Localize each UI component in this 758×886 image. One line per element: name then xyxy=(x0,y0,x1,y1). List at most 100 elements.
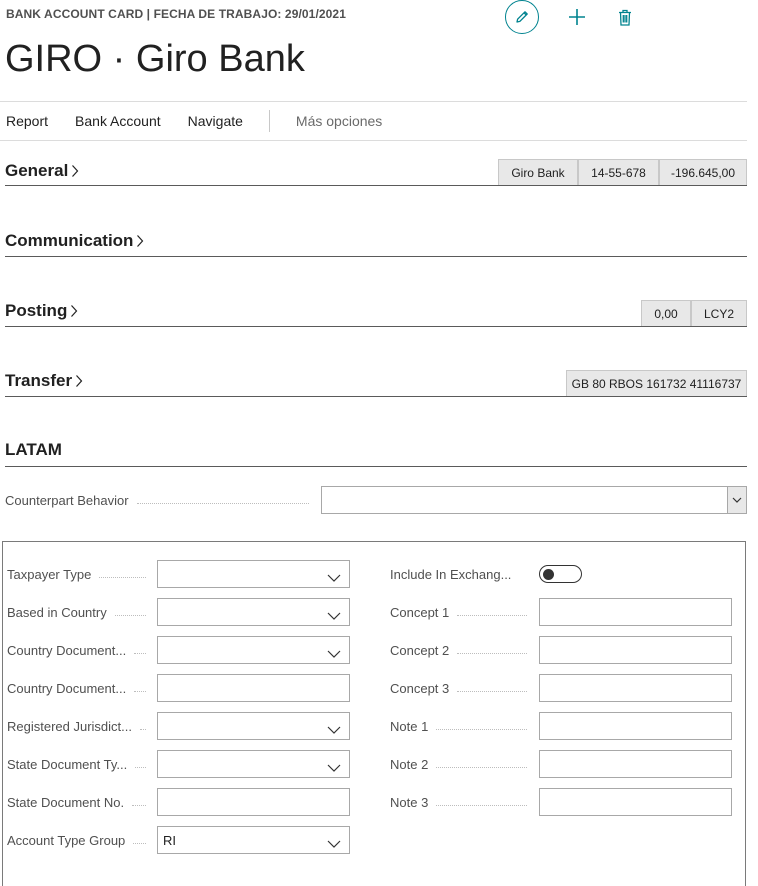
section-communication-header[interactable]: Communication xyxy=(5,231,144,251)
action-menu: Report Bank Account Navigate Más opcione… xyxy=(0,102,747,140)
field-row-right: Concept 3 xyxy=(390,674,531,702)
field-row-right: Include In Exchang... xyxy=(390,560,531,588)
dropdown-caret[interactable] xyxy=(327,760,341,775)
text-field[interactable] xyxy=(539,750,732,778)
select-field[interactable] xyxy=(157,560,350,588)
field-label: Include In Exchang... xyxy=(390,566,512,582)
field-row-right: Concept 2 xyxy=(390,636,531,664)
text-field[interactable] xyxy=(157,788,350,816)
label-dots xyxy=(133,842,146,844)
section-general-header[interactable]: General xyxy=(5,161,79,181)
field-label: Note 3 xyxy=(390,794,429,810)
label-dots xyxy=(134,652,146,654)
chevron-right-icon xyxy=(72,165,79,177)
text-field[interactable] xyxy=(539,712,732,740)
section-posting-header[interactable]: Posting xyxy=(5,301,78,321)
field-row-left: Country Document... xyxy=(7,674,150,702)
include-in-exchange-toggle[interactable] xyxy=(539,565,582,583)
chevron-down-icon xyxy=(327,764,341,772)
chevron-right-icon xyxy=(71,305,78,317)
edit-button[interactable] xyxy=(505,0,539,34)
summary-chip-amount: 0,00 xyxy=(641,300,691,326)
dropdown-button[interactable] xyxy=(727,487,746,513)
label-dots xyxy=(436,766,527,768)
menu-navigate[interactable]: Navigate xyxy=(188,113,243,129)
trash-icon xyxy=(619,9,631,26)
toggle-knob xyxy=(543,568,554,580)
chevron-right-icon xyxy=(76,375,83,387)
dropdown-caret[interactable] xyxy=(327,646,341,661)
text-field[interactable] xyxy=(539,674,732,702)
text-field[interactable] xyxy=(539,788,732,816)
field-label: Note 2 xyxy=(390,756,429,772)
field-row-left: State Document No. xyxy=(7,788,150,816)
label-dots xyxy=(457,652,527,654)
summary-chip-iban: GB 80 RBOS 161732 41116737 xyxy=(566,370,747,396)
section-divider xyxy=(5,326,747,327)
label-dots xyxy=(99,576,146,578)
chevron-down-icon xyxy=(327,612,341,620)
section-latam: LATAM xyxy=(5,438,747,467)
section-posting-summary: 0,00 LCY2 xyxy=(641,300,747,326)
dropdown-caret[interactable] xyxy=(327,570,341,585)
summary-chip-currency: LCY2 xyxy=(691,300,747,326)
section-transfer-header[interactable]: Transfer xyxy=(5,371,83,391)
label-dots xyxy=(135,766,146,768)
dropdown-caret[interactable] xyxy=(327,836,341,851)
pencil-icon xyxy=(516,11,528,23)
field-label: Concept 2 xyxy=(390,642,450,658)
summary-chip-name: Giro Bank xyxy=(498,159,578,185)
chevron-down-icon xyxy=(327,574,341,582)
breadcrumb: BANK ACCOUNT CARD | FECHA DE TRABAJO: 29… xyxy=(6,7,346,21)
field-label: State Document Ty... xyxy=(7,756,128,772)
dropdown-caret[interactable] xyxy=(327,608,341,623)
counterpart-behavior-select[interactable] xyxy=(321,486,747,514)
field-row-left: Account Type Group xyxy=(7,826,150,854)
section-divider xyxy=(5,256,747,257)
section-transfer-summary: GB 80 RBOS 161732 41116737 xyxy=(566,370,747,396)
field-row-left: Taxpayer Type xyxy=(7,560,150,588)
field-label: Account Type Group xyxy=(7,832,126,848)
dropdown-caret[interactable] xyxy=(327,722,341,737)
field-label: Based in Country xyxy=(7,604,107,620)
label-dots xyxy=(140,728,146,730)
chevron-down-icon xyxy=(732,497,742,503)
label-dots xyxy=(132,804,146,806)
select-field[interactable] xyxy=(157,712,350,740)
section-general: General Giro Bank 14-55-678 -196.645,00 xyxy=(5,157,747,186)
field-label: Taxpayer Type xyxy=(7,566,92,582)
field-row-left: Country Document... xyxy=(7,636,150,664)
label-dots xyxy=(436,804,527,806)
field-row-right: Concept 1 xyxy=(390,598,531,626)
text-field[interactable] xyxy=(539,598,732,626)
section-title: General xyxy=(5,161,69,180)
plus-icon xyxy=(569,9,585,25)
page-title: GIRO · Giro Bank xyxy=(5,38,305,80)
menu-report[interactable]: Report xyxy=(6,113,48,129)
select-field[interactable]: RI xyxy=(157,826,350,854)
field-row-left: State Document Ty... xyxy=(7,750,150,778)
select-field[interactable] xyxy=(157,636,350,664)
text-field[interactable] xyxy=(539,636,732,664)
section-divider xyxy=(5,396,747,397)
section-title: Posting xyxy=(5,301,68,320)
field-label: Concept 1 xyxy=(390,604,450,620)
menu-separator xyxy=(268,110,270,132)
section-divider xyxy=(5,185,747,186)
page-actions xyxy=(505,0,633,34)
section-transfer: Transfer GB 80 RBOS 161732 41116737 xyxy=(5,368,747,397)
section-latam-header[interactable]: LATAM xyxy=(5,440,62,460)
select-field[interactable] xyxy=(157,750,350,778)
section-title: Transfer xyxy=(5,371,73,390)
select-field[interactable] xyxy=(157,598,350,626)
field-value: RI xyxy=(163,832,176,848)
menu-bank-account[interactable]: Bank Account xyxy=(75,113,161,129)
field-label: State Document No. xyxy=(7,794,125,810)
text-field[interactable] xyxy=(157,674,350,702)
field-row-right: Note 1 xyxy=(390,712,531,740)
label-dots xyxy=(457,690,527,692)
new-button[interactable] xyxy=(567,0,587,34)
menu-divider-bottom xyxy=(0,140,747,141)
menu-more-options[interactable]: Más opciones xyxy=(296,113,382,129)
delete-button[interactable] xyxy=(617,0,633,34)
